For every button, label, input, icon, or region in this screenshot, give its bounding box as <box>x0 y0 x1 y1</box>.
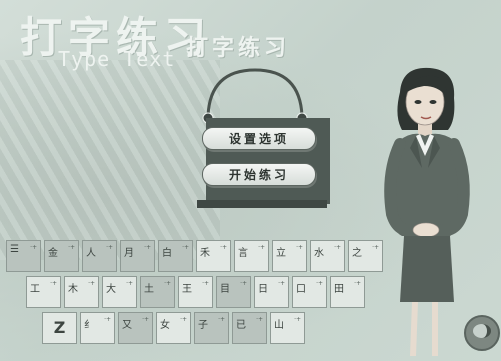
radical-key[interactable]: 口 ·+ <box>292 276 327 308</box>
key-radical: 大 <box>106 284 116 295</box>
radical-key[interactable]: 立 ·+ <box>272 240 307 272</box>
key-radical: 工 <box>30 284 40 295</box>
radical-key[interactable]: 言 ·+ <box>234 240 269 272</box>
radical-key[interactable]: 禾 ·+ <box>196 240 231 272</box>
key-radical: 田 <box>334 284 344 295</box>
key-hint: ·+ <box>126 280 133 287</box>
radical-key[interactable]: 纟 ·+ <box>80 312 115 344</box>
settings-button[interactable]: 设置选项 <box>202 127 316 150</box>
key-radical: 人 <box>86 248 96 259</box>
key-radical: 木 <box>68 284 78 295</box>
key-radical: 纟 <box>84 320 94 331</box>
key-hint: ·+ <box>164 280 171 287</box>
key-radical: 水 <box>314 248 324 259</box>
key-radical: 子 <box>198 320 208 331</box>
key-hint: ·+ <box>256 316 263 323</box>
key-radical: 月 <box>124 248 134 259</box>
key-hint: ·+ <box>88 280 95 287</box>
radical-key[interactable]: 目 ·+ <box>216 276 251 308</box>
key-hint: ·+ <box>50 280 57 287</box>
radical-key[interactable]: 日 ·+ <box>254 276 289 308</box>
radical-key[interactable]: 王 ·+ <box>178 276 213 308</box>
key-hint: ·+ <box>180 316 187 323</box>
key-hint: ·+ <box>202 280 209 287</box>
key-hint: ·+ <box>144 244 151 251</box>
radical-key[interactable]: 木 ·+ <box>64 276 99 308</box>
typing-practice-screen: 打字练习 Type Text 打字练习 设置选项 开始练习 ☰ ·+ 金 ·+ 人 ·+ 月… <box>0 0 501 361</box>
radical-key[interactable]: 人 ·+ <box>82 240 117 272</box>
key-radical: 禾 <box>200 248 210 259</box>
key-hint: ·+ <box>68 244 75 251</box>
title-english: Type Text <box>58 47 176 71</box>
key-radical: 目 <box>220 284 230 295</box>
key-hint: ·+ <box>316 280 323 287</box>
radical-key[interactable]: 金 ·+ <box>44 240 79 272</box>
key-radical: 口 <box>296 284 306 295</box>
radical-key[interactable]: Z <box>42 312 77 344</box>
guide-woman-illustration <box>384 67 470 356</box>
key-radical: 山 <box>274 320 284 331</box>
radical-key[interactable]: 月 ·+ <box>120 240 155 272</box>
radical-key[interactable]: 山 ·+ <box>270 312 305 344</box>
radical-key[interactable]: 已 ·+ <box>232 312 267 344</box>
key-hint: ·+ <box>218 316 225 323</box>
key-hint: ·+ <box>354 280 361 287</box>
radical-key[interactable]: 水 ·+ <box>310 240 345 272</box>
key-radical: 王 <box>182 284 192 295</box>
key-radical: ☰ <box>10 244 19 255</box>
start-practice-button[interactable]: 开始练习 <box>202 163 316 186</box>
key-radical: 言 <box>238 248 248 259</box>
key-radical: 土 <box>144 284 154 295</box>
radical-key[interactable]: 女 ·+ <box>156 312 191 344</box>
key-hint: ·+ <box>334 244 341 251</box>
key-hint: ·+ <box>30 244 37 251</box>
keyboard-row-3: Z 纟 ·+ 又 ·+ 女 ·+ 子 ·+ 已 ·+ 山 ·+ <box>42 312 305 344</box>
key-radical: 女 <box>160 320 170 331</box>
app-logo <box>464 315 500 351</box>
background-pattern <box>0 60 220 260</box>
key-radical: 白 <box>162 248 172 259</box>
key-hint: ·+ <box>258 244 265 251</box>
keyboard-row-2: 工 ·+ 木 ·+ 大 ·+ 土 ·+ 王 ·+ 目 ·+ 日 ·+ 口 ·+ 田 ·+ <box>26 276 365 308</box>
key-hint: ·+ <box>220 244 227 251</box>
key-radical: 日 <box>258 284 268 295</box>
key-hint: ·+ <box>240 280 247 287</box>
key-hint: ·+ <box>182 244 189 251</box>
key-radical: 已 <box>236 320 246 331</box>
radical-key[interactable]: 土 ·+ <box>140 276 175 308</box>
radical-key[interactable]: 子 ·+ <box>194 312 229 344</box>
key-radical: 立 <box>276 248 286 259</box>
key-radical: 金 <box>48 248 58 259</box>
key-hint: ·+ <box>278 280 285 287</box>
sign-board-ledge <box>197 200 327 208</box>
key-hint: ·+ <box>296 244 303 251</box>
key-hint: ·+ <box>294 316 301 323</box>
key-radical-keyboard: ☰ ·+ 金 ·+ 人 ·+ 月 ·+ 白 ·+ 禾 ·+ 言 ·+ 立 ·+ 水 ·+ 之 ·+ 工 ·+ 木 ·+ 大 ·+… <box>0 236 383 354</box>
key-radical: 又 <box>122 320 132 331</box>
key-radical: 之 <box>352 248 362 259</box>
radical-key[interactable]: 工 ·+ <box>26 276 61 308</box>
key-hint: ·+ <box>142 316 149 323</box>
radical-key[interactable]: 田 ·+ <box>330 276 365 308</box>
radical-key[interactable]: 又 ·+ <box>118 312 153 344</box>
radical-key[interactable]: 白 ·+ <box>158 240 193 272</box>
key-hint: ·+ <box>106 244 113 251</box>
radical-key[interactable]: 大 ·+ <box>102 276 137 308</box>
keyboard-row-1: ☰ ·+ 金 ·+ 人 ·+ 月 ·+ 白 ·+ 禾 ·+ 言 ·+ 立 ·+ 水 ·+ 之 ·+ <box>6 240 383 272</box>
subtitle-chinese: 打字练习 <box>186 35 291 61</box>
key-radical: Z <box>53 318 66 337</box>
radical-key[interactable]: ☰ ·+ <box>6 240 41 272</box>
key-hint: ·+ <box>104 316 111 323</box>
